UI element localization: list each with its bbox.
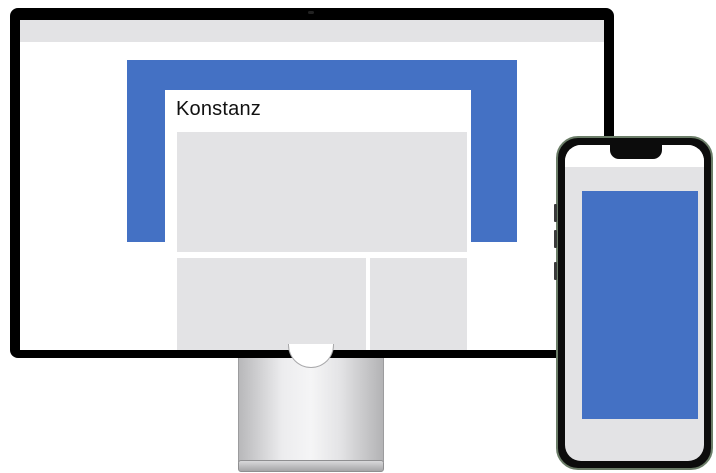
monitor-card-title: Konstanz bbox=[176, 98, 261, 120]
monitor-stand-base bbox=[238, 460, 384, 472]
smartphone bbox=[554, 136, 713, 470]
phone-hero-banner bbox=[582, 191, 698, 419]
desktop-monitor: Konstanz bbox=[10, 8, 614, 358]
monitor-stand bbox=[238, 358, 384, 462]
phone-side-button bbox=[554, 262, 557, 280]
monitor-card-image-placeholder bbox=[177, 132, 467, 252]
phone-screen bbox=[565, 145, 704, 461]
monitor-screen: Konstanz bbox=[20, 20, 604, 350]
phone-volume-down-button bbox=[554, 230, 557, 248]
monitor-card-tile-left bbox=[177, 258, 366, 350]
phone-volume-up-button bbox=[554, 204, 557, 222]
monitor-content-card: Konstanz bbox=[165, 90, 471, 350]
phone-notch bbox=[610, 145, 662, 159]
monitor-camera bbox=[308, 11, 314, 14]
monitor-card-tile-right bbox=[370, 258, 467, 350]
monitor-browser-topbar bbox=[20, 20, 604, 42]
